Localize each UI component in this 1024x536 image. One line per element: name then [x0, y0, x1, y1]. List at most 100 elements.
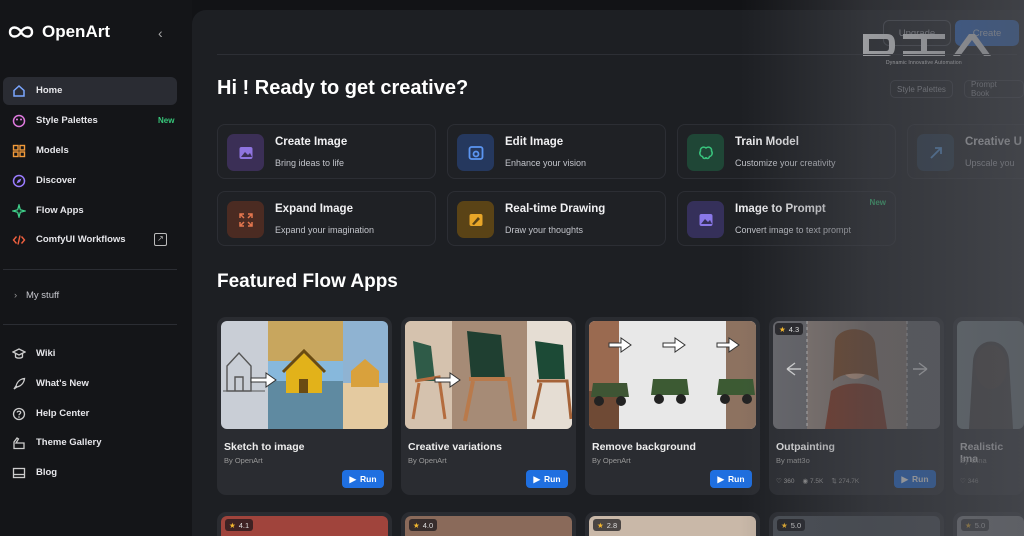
- rating-badge: ★ 4.3: [775, 323, 804, 335]
- new-badge: New: [869, 198, 886, 207]
- tool-card-image-to-prompt[interactable]: Image to Prompt Convert image to text pr…: [677, 191, 896, 246]
- logo[interactable]: OpenArt: [6, 22, 110, 42]
- dia-watermark-subtitle: Dynamic Innovative Automation: [886, 60, 962, 66]
- tool-card-creative-upscale[interactable]: Creative U Upscale you: [907, 124, 1024, 179]
- run-label: Run: [912, 474, 929, 484]
- star-icon: ★: [229, 520, 236, 530]
- flow-app-card-creative-variations[interactable]: Creative variations By OpenArt ▶ Run: [401, 317, 576, 495]
- chip-style-palettes[interactable]: Style Palettes: [890, 80, 953, 98]
- tool-title: Image to Prompt: [735, 203, 826, 215]
- tool-subtitle: Convert image to text prompt: [735, 225, 852, 235]
- flow-app-stats: ♡ 360 ◉ 7.5K ⇅ 274.7K: [776, 477, 859, 485]
- sidebar-item-discover[interactable]: Discover: [3, 167, 177, 195]
- run-button[interactable]: ▶ Run: [526, 470, 568, 488]
- sidebar-item-label: Home: [36, 85, 63, 96]
- rating-badge: ★ 5.0: [961, 519, 990, 531]
- chip-prompt-book[interactable]: Prompt Book: [964, 80, 1024, 98]
- app-root: OpenArt ‹ Home Style Palettes New Models…: [0, 0, 1024, 536]
- tool-card-expand-image[interactable]: Expand Image Expand your imagination: [217, 191, 436, 246]
- tool-subtitle: Customize your creativity: [735, 158, 836, 168]
- run-button[interactable]: ▶ Run: [342, 470, 384, 488]
- tool-card-create-image[interactable]: Create Image Bring ideas to life: [217, 124, 436, 179]
- edit-image-icon: [457, 134, 494, 171]
- flow-app-title: Sketch to image: [224, 441, 305, 453]
- tool-title: Real-time Drawing: [505, 203, 606, 215]
- sidebar-item-label: What's New: [36, 378, 89, 389]
- upscale-icon: [917, 134, 954, 171]
- play-icon: ▶: [349, 473, 356, 484]
- likes-count: ♡ 346: [960, 478, 979, 485]
- openart-logo-icon: [8, 26, 34, 38]
- flow-app-thumbnail: [589, 321, 756, 429]
- sidebar-item-home[interactable]: Home: [3, 77, 177, 105]
- header-divider: [217, 54, 1017, 55]
- sidebar-item-style-palettes[interactable]: Style Palettes New: [3, 107, 177, 135]
- star-icon: ★: [781, 520, 788, 530]
- flow-app-card-sketch-to-image[interactable]: Sketch to image By OpenArt ▶ Run: [217, 317, 392, 495]
- tool-subtitle: Draw your thoughts: [505, 225, 584, 235]
- logo-text: OpenArt: [42, 22, 110, 41]
- flow-app-card-remove-background[interactable]: Remove background By OpenArt ▶ Run: [585, 317, 760, 495]
- flow-app-card-realistic-image[interactable]: Realistic Ima By Gina ♡ 346: [953, 317, 1024, 495]
- sidebar-item-wiki[interactable]: Wiki: [3, 340, 177, 368]
- brain-icon: [687, 134, 724, 171]
- flow-app-author: By OpenArt: [592, 456, 631, 465]
- section-title: Featured Flow Apps: [217, 271, 398, 292]
- sidebar-item-label: Discover: [36, 175, 77, 186]
- rating-badge: ★ 4.0: [409, 519, 438, 531]
- my-stuff-toggle[interactable]: › My stuff: [14, 290, 59, 301]
- sidebar-divider: [3, 269, 177, 270]
- home-icon: [13, 84, 25, 97]
- page-title: Hi ! Ready to get creative?: [217, 77, 469, 99]
- sparkle-icon: [12, 204, 26, 218]
- tool-card-realtime-drawing[interactable]: Real-time Drawing Draw your thoughts: [447, 191, 666, 246]
- flow-app-stats: ♡ 346: [960, 477, 979, 485]
- rating-badge: ★ 4.1: [225, 519, 254, 531]
- star-icon: ★: [779, 324, 786, 334]
- flow-app-thumbnail: [405, 321, 572, 429]
- flow-app-card[interactable]: ★ 5.0: [769, 512, 944, 536]
- collapse-sidebar-icon[interactable]: ‹: [158, 25, 163, 41]
- tool-title: Edit Image: [505, 136, 564, 148]
- palette-icon: [12, 114, 26, 128]
- sidebar-item-label: ComfyUI Workflows: [36, 234, 126, 245]
- flow-app-author: By matt3o: [776, 456, 810, 465]
- brush-icon: [13, 437, 25, 450]
- sidebar-item-models[interactable]: Models: [3, 137, 177, 165]
- rating-badge: ★ 2.8: [593, 519, 622, 531]
- flow-app-title: Remove background: [592, 441, 696, 453]
- runs-count: ⇅ 274.7K: [831, 478, 860, 485]
- run-label: Run: [728, 474, 745, 484]
- grid-icon: [12, 144, 26, 158]
- flow-app-card[interactable]: ★ 4.0: [401, 512, 576, 536]
- play-icon: ▶: [901, 473, 908, 484]
- run-button[interactable]: ▶ Run: [710, 470, 752, 488]
- tool-card-edit-image[interactable]: Edit Image Enhance your vision: [447, 124, 666, 179]
- flow-app-card-outpainting[interactable]: ★ 4.3 Outpainting By matt3o ♡ 360 ◉ 7.5K …: [769, 317, 944, 495]
- flow-app-author: By OpenArt: [224, 456, 263, 465]
- flow-app-thumbnail: [221, 321, 388, 429]
- code-icon: [12, 235, 26, 245]
- tool-card-train-model[interactable]: Train Model Customize your creativity: [677, 124, 896, 179]
- sidebar-item-help-center[interactable]: Help Center: [3, 400, 177, 428]
- graduation-cap-icon: [12, 348, 26, 359]
- tool-title: Expand Image: [275, 203, 353, 215]
- flow-app-thumbnail: [957, 321, 1024, 429]
- sidebar-item-label: Wiki: [36, 348, 56, 359]
- tool-title: Train Model: [735, 136, 799, 148]
- tool-subtitle: Enhance your vision: [505, 158, 587, 168]
- flow-app-title: Outpainting: [776, 441, 835, 453]
- run-button[interactable]: ▶ Run: [894, 470, 936, 488]
- external-link-icon[interactable]: ↗: [154, 233, 167, 246]
- sidebar-item-theme-gallery[interactable]: Theme Gallery: [3, 429, 177, 457]
- sidebar-divider: [3, 324, 177, 325]
- flow-app-card[interactable]: ★ 2.8: [585, 512, 760, 536]
- sidebar-item-comfyui-workflows[interactable]: ComfyUI Workflows ↗: [3, 226, 177, 254]
- sidebar-item-flow-apps[interactable]: Flow Apps: [3, 197, 177, 225]
- sidebar-item-label: Flow Apps: [36, 205, 84, 216]
- tool-title: Create Image: [275, 136, 348, 148]
- flow-app-card[interactable]: ★ 5.0: [953, 512, 1024, 536]
- sidebar-item-blog[interactable]: Blog: [3, 459, 177, 487]
- flow-app-card[interactable]: ★ 4.1: [217, 512, 392, 536]
- sidebar-item-whats-new[interactable]: What's New: [3, 370, 177, 398]
